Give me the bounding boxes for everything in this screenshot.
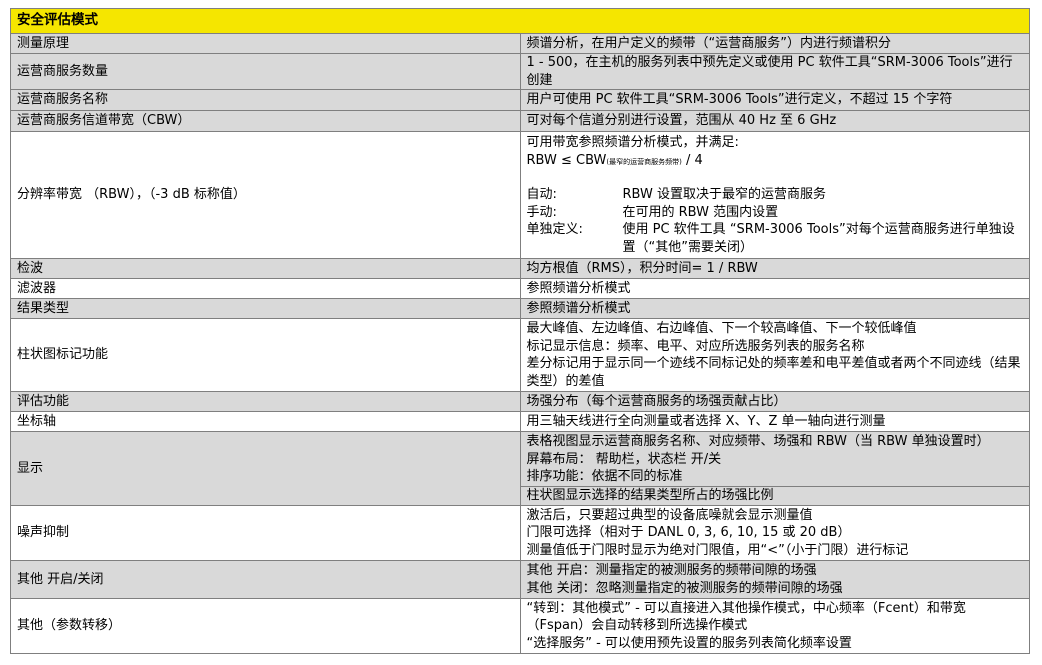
rbw-single: 单独定义: 使用 PC 软件工具 “SRM-3006 Tools”对每个运营商服务… xyxy=(527,221,1024,256)
table-row: 分辨率带宽 （RBW），（-3 dB 标称值） 可用带宽参照频谱分析模式，并满足… xyxy=(10,131,1030,259)
marker-line-2: 标记显示信息：频率、电平、对应所选服务列表的服务名称 xyxy=(526,338,865,354)
row-label: 其他 开启/关闭 xyxy=(10,560,521,599)
rbw-single-key: 单独定义: xyxy=(526,222,583,237)
display-line-4: 柱状图显示选择的结果类型所占的场强比例 xyxy=(526,487,774,503)
row-label: 运营商服务数量 xyxy=(10,53,521,90)
table-row: 噪声抑制 激活后，只要超过典型的设备底噪就会显示测量值 门限可选择（相对于 DA… xyxy=(10,505,1030,561)
display-line-1: 表格视图显示运营商服务名称、对应频带、场强和 RBW（当 RBW 单独设置时） xyxy=(526,434,990,449)
marker-line-1: 最大峰值、左边峰值、右边峰值、下一个较高峰值、下一个较低峰值 xyxy=(526,321,917,336)
display-bar-note: 柱状图显示选择的结果类型所占的场强比例 xyxy=(520,486,1029,504)
spec-table-container: 安全评估模式 测量原理 频谱分析，在用户定义的频带（“运营商服务”）内进行频谱积… xyxy=(10,8,1030,654)
rbw-formula-subscript: (最窄的运营商服务频带) xyxy=(606,157,682,166)
table-row: 运营商服务名称 用户可使用 PC 软件工具“SRM-3006 Tools”进行定… xyxy=(10,89,1030,111)
row-label: 检波 xyxy=(10,258,521,279)
display-line-2: 屏幕布局： 帮助栏，状态栏 开/关 xyxy=(526,451,722,467)
row-value: “转到：其他模式” - 可以直接进入其他操作模式，中心频率（Fcent）和带宽（… xyxy=(519,598,1030,654)
row-value: 用三轴天线进行全向测量或者选择 X、Y、Z 单一轴向进行测量 xyxy=(519,411,1030,432)
noise-line-2: 门限可选择（相对于 DANL 0, 3, 6, 10, 15 或 20 dB） xyxy=(526,525,851,541)
transfer-line-2: “选择服务” - 可以使用预先设置的服务列表简化频率设置 xyxy=(526,635,852,651)
rbw-manual-value: 在可用的 RBW 范围内设置 xyxy=(622,204,779,220)
table-header-row: 安全评估模式 xyxy=(10,8,1030,34)
noise-line-3: 测量值低于门限时显示为绝对门限值，用“<”（小于门限）进行标记 xyxy=(526,542,909,558)
table-row: 评估功能 场强分布（每个运营商服务的场强贡献占比） xyxy=(10,391,1030,412)
rbw-auto-key: 自动: xyxy=(526,187,557,202)
table-row: 显示 表格视图显示运营商服务名称、对应频带、场强和 RBW（当 RBW 单独设置… xyxy=(10,431,1030,506)
table-row: 滤波器 参照频谱分析模式 xyxy=(10,278,1030,299)
row-label: 测量原理 xyxy=(10,33,521,54)
rbw-manual-key: 手动: xyxy=(526,204,557,220)
table-row: 其他（参数转移） “转到：其他模式” - 可以直接进入其他操作模式，中心频率（F… xyxy=(10,598,1030,654)
row-value: 用户可使用 PC 软件工具“SRM-3006 Tools”进行定义，不超过 15… xyxy=(519,89,1030,111)
row-label: 噪声抑制 xyxy=(10,505,521,561)
rbw-single-value: 使用 PC 软件工具 “SRM-3006 Tools”对每个运营商服务进行单独设… xyxy=(622,222,1015,255)
table-row: 运营商服务信道带宽（CBW） 可对每个信道分别进行设置，范围从 40 Hz 至 … xyxy=(10,110,1030,132)
rbw-intro: 可用带宽参照频谱分析模式，并满足: xyxy=(526,135,739,150)
table-row: 结果类型 参照频谱分析模式 xyxy=(10,298,1030,319)
row-value: 频谱分析，在用户定义的频带（“运营商服务”）内进行频谱积分 xyxy=(519,33,1030,54)
table-row: 其他 开启/关闭 其他 开启：测量指定的被测服务的频带间隙的场强 其他 关闭：忽… xyxy=(10,560,1030,599)
row-value: 其他 开启：测量指定的被测服务的频带间隙的场强 其他 关闭：忽略测量指定的被测服… xyxy=(519,560,1030,599)
table-row: 柱状图标记功能 最大峰值、左边峰值、右边峰值、下一个较高峰值、下一个较低峰值 标… xyxy=(10,318,1030,392)
row-value: 均方根值（RMS），积分时间= 1 / RBW xyxy=(519,258,1030,279)
row-value: 参照频谱分析模式 xyxy=(519,298,1030,319)
row-value: 1 - 500，在主机的服务列表中预先定义或使用 PC 软件工具“SRM-300… xyxy=(519,53,1030,90)
rbw-formula: RBW ≤ CBW(最窄的运营商服务频带) / 4 xyxy=(527,152,1024,172)
row-value: 激活后，只要超过典型的设备底噪就会显示测量值 门限可选择（相对于 DANL 0,… xyxy=(519,505,1030,561)
transfer-line-1: “转到：其他模式” - 可以直接进入其他操作模式，中心频率（Fcent）和带宽（… xyxy=(526,600,966,634)
table-row: 坐标轴 用三轴天线进行全向测量或者选择 X、Y、Z 单一轴向进行测量 xyxy=(10,411,1030,432)
row-value: 表格视图显示运营商服务名称、对应频带、场强和 RBW（当 RBW 单独设置时） … xyxy=(519,431,1030,506)
row-label: 柱状图标记功能 xyxy=(10,318,521,392)
display-line-3: 排序功能：依据不同的标准 xyxy=(526,469,683,484)
row-label: 评估功能 xyxy=(10,391,521,412)
row-label: 显示 xyxy=(10,431,521,506)
row-value: 最大峰值、左边峰值、右边峰值、下一个较高峰值、下一个较低峰值 标记显示信息：频率… xyxy=(519,318,1030,392)
others-off-line: 其他 关闭：忽略测量指定的被测服务的频带间隙的场强 xyxy=(526,580,843,596)
row-label: 运营商服务名称 xyxy=(10,89,521,111)
table-row: 测量原理 频谱分析，在用户定义的频带（“运营商服务”）内进行频谱积分 xyxy=(10,33,1030,54)
row-label: 滤波器 xyxy=(10,278,521,299)
row-value: 可用带宽参照频谱分析模式，并满足: RBW ≤ CBW(最窄的运营商服务频带) … xyxy=(519,131,1030,259)
rbw-auto: 自动: RBW 设置取决于最窄的运营商服务 xyxy=(527,186,1024,204)
rbw-auto-value: RBW 设置取决于最窄的运营商服务 xyxy=(622,187,826,202)
row-value: 可对每个信道分别进行设置，范围从 40 Hz 至 6 GHz xyxy=(519,110,1030,132)
table-title: 安全评估模式 xyxy=(10,8,1030,34)
spec-table: 安全评估模式 测量原理 频谱分析，在用户定义的频带（“运营商服务”）内进行频谱积… xyxy=(10,8,1030,654)
row-value: 场强分布（每个运营商服务的场强贡献占比） xyxy=(519,391,1030,412)
others-on-line: 其他 开启：测量指定的被测服务的频带间隙的场强 xyxy=(526,563,817,578)
table-row: 运营商服务数量 1 - 500，在主机的服务列表中预先定义或使用 PC 软件工具… xyxy=(10,53,1030,90)
row-label: 运营商服务信道带宽（CBW） xyxy=(10,110,521,132)
table-row: 检波 均方根值（RMS），积分时间= 1 / RBW xyxy=(10,258,1030,279)
display-group: 表格视图显示运营商服务名称、对应频带、场强和 RBW（当 RBW 单独设置时） … xyxy=(520,433,1029,487)
row-label: 结果类型 xyxy=(10,298,521,319)
row-value: 参照频谱分析模式 xyxy=(519,278,1030,299)
rbw-formula-main: RBW ≤ CBW xyxy=(526,152,607,168)
row-label: 分辨率带宽 （RBW），（-3 dB 标称值） xyxy=(10,131,521,259)
row-label: 坐标轴 xyxy=(10,411,521,432)
noise-line-1: 激活后，只要超过典型的设备底噪就会显示测量值 xyxy=(526,507,813,523)
rbw-manual: 手动: 在可用的 RBW 范围内设置 xyxy=(527,204,1024,222)
rbw-formula-divisor: / 4 xyxy=(681,152,703,168)
row-label: 其他（参数转移） xyxy=(10,598,521,654)
marker-line-3: 差分标记用于显示同一个迹线不同标记处的频率差和电平差值或者两个不同迹线（结果类型… xyxy=(526,356,1021,389)
